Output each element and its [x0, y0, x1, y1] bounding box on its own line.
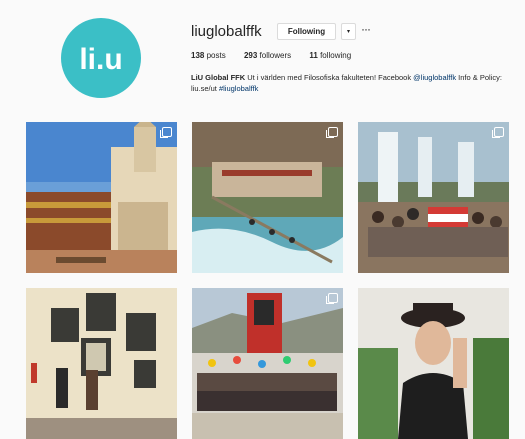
carousel-icon	[326, 293, 338, 304]
post-photo	[192, 288, 343, 439]
post-thumbnail[interactable]	[192, 122, 343, 273]
post-photo	[358, 122, 509, 273]
carousel-icon	[160, 127, 172, 138]
carousel-icon	[326, 127, 338, 138]
post-thumbnail[interactable]	[358, 288, 509, 439]
post-photo	[26, 288, 177, 439]
post-photo	[26, 122, 177, 273]
post-thumbnail[interactable]	[26, 288, 177, 439]
post-photo	[192, 122, 343, 273]
post-thumbnail[interactable]	[358, 122, 509, 273]
post-photo	[358, 288, 509, 439]
post-thumbnail[interactable]	[192, 288, 343, 439]
post-thumbnail[interactable]	[26, 122, 177, 273]
carousel-icon	[492, 127, 504, 138]
posts-grid	[0, 0, 525, 439]
